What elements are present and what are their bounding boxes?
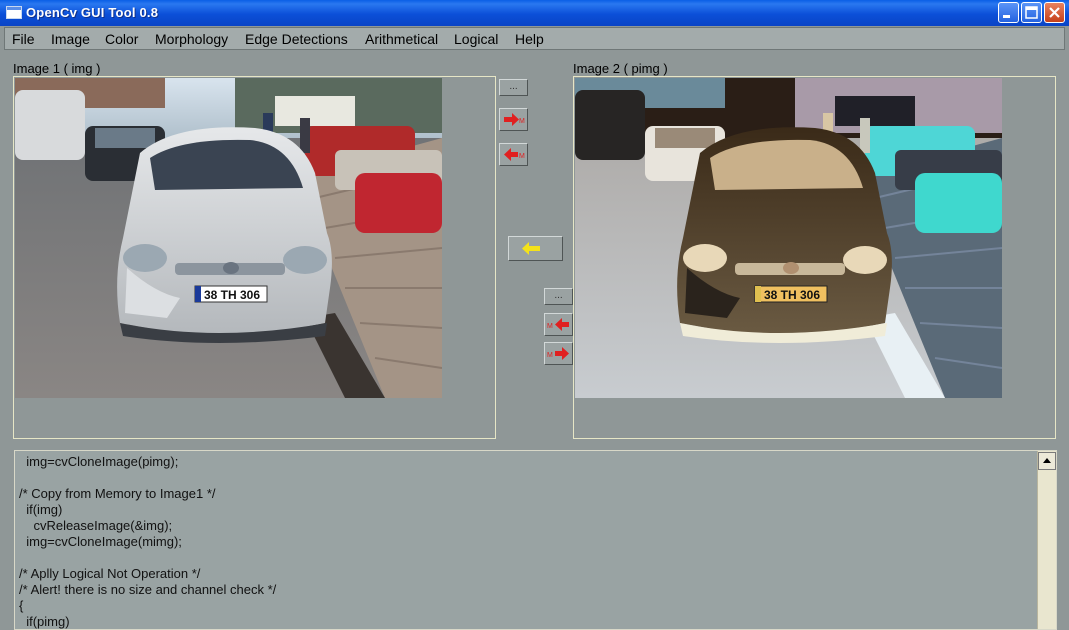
image2-panel: 38 TH 306 <box>573 76 1056 439</box>
copy-to-memory-button[interactable]: M <box>499 108 528 131</box>
image2-label: Image 2 ( pimg ) <box>573 61 668 76</box>
minimize-button[interactable] <box>998 2 1019 23</box>
menu-logical[interactable]: Logical <box>454 31 498 47</box>
yellow-arrow-left-icon <box>522 242 540 255</box>
image2-plate: 38 TH 306 <box>764 288 820 302</box>
svg-text:M: M <box>519 118 525 125</box>
menu-morphology[interactable]: Morphology <box>155 31 228 47</box>
menu-edge-detections[interactable]: Edge Detections <box>245 31 348 47</box>
minimize-icon <box>1003 15 1010 18</box>
red-arrow-right-icon: M <box>504 113 525 126</box>
maximize-button[interactable] <box>1021 2 1042 23</box>
svg-text:M: M <box>547 323 553 330</box>
code-text: img=cvCloneImage(pimg); /* Copy from Mem… <box>19 454 277 629</box>
image2-photo: 38 TH 306 <box>575 78 1002 398</box>
image1-label: Image 1 ( img ) <box>13 61 101 76</box>
copy-image2-to-image1-button[interactable] <box>508 236 563 261</box>
code-scrollbar[interactable] <box>1037 451 1056 629</box>
scroll-up-button[interactable] <box>1038 452 1056 470</box>
options-button-mid[interactable]: ... <box>544 288 573 305</box>
title-bar: OpenCv GUI Tool 0.8 <box>0 0 1069 26</box>
close-button[interactable] <box>1044 2 1065 23</box>
memory-to-image2-button[interactable]: M <box>544 313 573 336</box>
svg-text:M: M <box>519 153 525 160</box>
menu-help[interactable]: Help <box>515 31 544 47</box>
triangle-up-icon <box>1043 458 1051 463</box>
maximize-icon <box>1025 6 1038 19</box>
image2-to-memory-button[interactable]: M <box>544 342 573 365</box>
close-icon <box>1049 7 1060 18</box>
menu-bar: File Image Color Morphology Edge Detecti… <box>4 27 1065 50</box>
red-arrow-left-icon: M <box>504 148 525 161</box>
window-title: OpenCv GUI Tool 0.8 <box>26 5 159 20</box>
code-textarea[interactable]: img=cvCloneImage(pimg); /* Copy from Mem… <box>14 450 1057 630</box>
load-from-memory-button[interactable]: M <box>499 143 528 166</box>
app-icon <box>6 6 22 19</box>
options-button-top[interactable]: ... <box>499 79 528 96</box>
red-arrow-left-icon: M <box>547 318 569 331</box>
image1-photo: 38 TH 306 <box>15 78 442 398</box>
menu-file[interactable]: File <box>12 31 35 47</box>
image1-plate: 38 TH 306 <box>204 288 260 302</box>
menu-color[interactable]: Color <box>105 31 138 47</box>
red-arrow-right-icon: M <box>547 347 569 360</box>
image1-panel: 38 TH 306 <box>13 76 496 439</box>
svg-text:M: M <box>547 352 553 359</box>
menu-image[interactable]: Image <box>51 31 90 47</box>
menu-arithmetical[interactable]: Arithmetical <box>365 31 438 47</box>
